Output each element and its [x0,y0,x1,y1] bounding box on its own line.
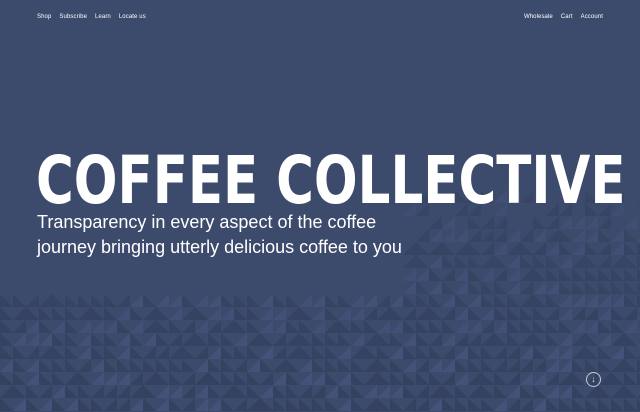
page: Shop Subscribe Learn Locate us Wholesale… [0,0,640,412]
arrow-down-circle-icon: ↓ [591,374,596,384]
secondary-nav: Wholesale Cart Account [524,14,603,20]
hero-tagline: Transparency in every aspect of the coff… [37,212,402,257]
brand-logo-heading: COFFEE COLLECTIVE [36,142,626,220]
scroll-down-button[interactable]: ↓ [586,372,601,387]
nav-link-wholesale[interactable]: Wholesale [524,14,553,20]
nav-link-cart[interactable]: Cart [561,14,573,20]
nav-link-learn[interactable]: Learn [95,14,111,20]
nav-link-subscribe[interactable]: Subscribe [59,14,87,20]
nav-link-locate-us[interactable]: Locate us [119,14,146,20]
nav-link-account[interactable]: Account [581,14,603,20]
nav-link-shop[interactable]: Shop [37,14,51,20]
primary-nav: Shop Subscribe Learn Locate us [37,14,146,20]
